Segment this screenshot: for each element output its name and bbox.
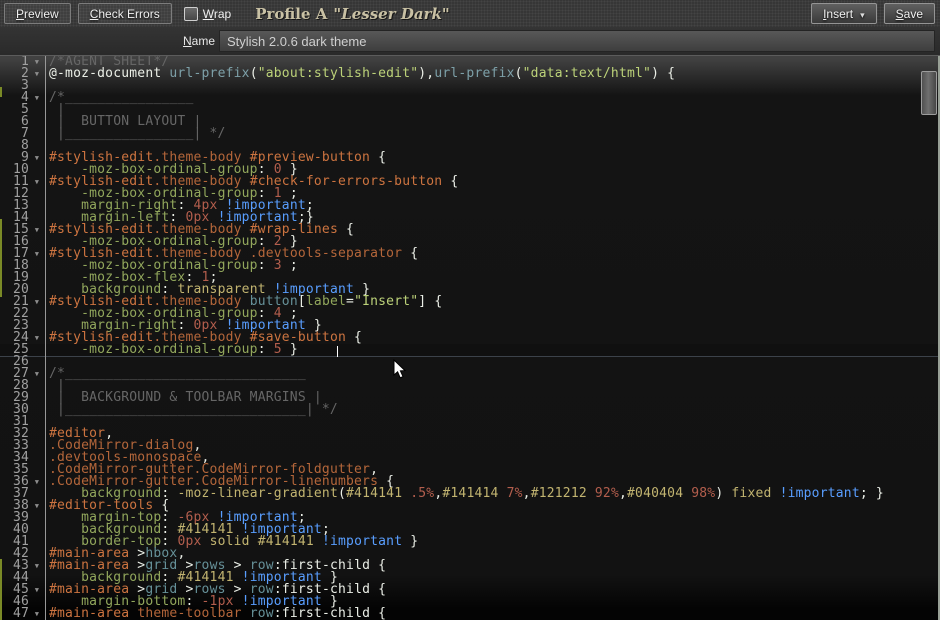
fold-gutter-spacer	[29, 128, 45, 140]
fold-arrow-icon[interactable]: ▼	[29, 560, 45, 572]
fold-arrow-icon[interactable]: ▼	[29, 176, 45, 188]
save-button[interactable]: Save	[884, 3, 935, 24]
fold-gutter-spacer	[29, 548, 45, 560]
fold-gutter-spacer	[29, 404, 45, 416]
code-text: -moz-box-ordinal-group: 5 }	[46, 344, 298, 356]
wrap-checkbox-group[interactable]: Wrap	[184, 7, 231, 21]
code-text: background: -moz-linear-gradient(#414141…	[46, 488, 884, 500]
fold-gutter-spacer	[29, 440, 45, 452]
gutter-accent-strip	[0, 559, 2, 620]
code-line[interactable]: 27▼/*______________________________	[0, 368, 940, 380]
fold-gutter-spacer	[29, 104, 45, 116]
wrap-label: Wrap	[203, 7, 231, 21]
fold-arrow-icon[interactable]: ▼	[29, 68, 45, 80]
code-line[interactable]: 4▼/*________________	[0, 92, 940, 104]
name-row: Name	[0, 27, 940, 55]
fold-arrow-icon[interactable]: ▼	[29, 368, 45, 380]
code-text: |________________| */	[46, 128, 226, 140]
line-number: 47	[0, 608, 29, 620]
fold-arrow-icon[interactable]: ▼	[29, 152, 45, 164]
code-line[interactable]: 30 |______________________________| */	[0, 404, 940, 416]
fold-gutter-spacer	[29, 596, 45, 608]
toolbar: Preview Check Errors Wrap Profile A "Less…	[0, 0, 940, 27]
fold-gutter-spacer	[29, 272, 45, 284]
code-line[interactable]: 2▼@-moz-document url-prefix("about:styli…	[0, 68, 940, 80]
gutter-accent-strip	[0, 219, 2, 297]
code-line[interactable]: 31	[0, 416, 940, 428]
code-text: /*______________________________	[46, 368, 306, 380]
fold-gutter-spacer	[29, 116, 45, 128]
fold-gutter-spacer	[29, 236, 45, 248]
fold-arrow-icon[interactable]: ▼	[29, 92, 45, 104]
name-input[interactable]	[219, 30, 935, 52]
code-text: |______________________________| */	[46, 404, 338, 416]
dropdown-arrow-icon: ▾	[860, 10, 865, 20]
profile-title: Profile A "Lesser Dark"	[255, 5, 450, 23]
stylish-edit-window: Preview Check Errors Wrap Profile A "Less…	[0, 0, 940, 620]
insert-button[interactable]: Insert▾	[811, 3, 877, 24]
gutter-accent-strip	[0, 87, 2, 97]
gutter: 47▼	[0, 608, 46, 620]
fold-gutter-spacer	[29, 164, 45, 176]
fold-gutter-spacer	[29, 428, 45, 440]
fold-gutter-spacer	[29, 212, 45, 224]
fold-gutter-spacer	[29, 188, 45, 200]
fold-gutter-spacer	[29, 200, 45, 212]
fold-arrow-icon[interactable]: ▼	[29, 500, 45, 512]
fold-gutter-spacer	[29, 524, 45, 536]
fold-gutter-spacer	[29, 308, 45, 320]
fold-gutter-spacer	[29, 344, 45, 356]
fold-gutter-spacer	[29, 512, 45, 524]
preview-button-label: P	[16, 7, 24, 21]
fold-gutter-spacer	[29, 80, 45, 92]
check-errors-button[interactable]: Check Errors	[78, 3, 172, 24]
fold-arrow-icon[interactable]: ▼	[29, 248, 45, 260]
fold-gutter-spacer	[29, 536, 45, 548]
fold-gutter-spacer	[29, 356, 45, 368]
mouse-cursor	[393, 359, 409, 381]
code-text: #main-area theme-toolbar row:first-child…	[46, 608, 386, 620]
fold-arrow-icon[interactable]: ▼	[29, 476, 45, 488]
fold-gutter-spacer	[29, 284, 45, 296]
fold-gutter-spacer	[29, 452, 45, 464]
code-lines: 1▼/*AGENT SHEET*/2▼@-moz-document url-pr…	[0, 56, 940, 620]
fold-gutter-spacer	[29, 464, 45, 476]
code-line[interactable]: 25 -moz-box-ordinal-group: 5 }	[0, 344, 940, 356]
fold-gutter-spacer	[29, 392, 45, 404]
fold-gutter-spacer	[29, 140, 45, 152]
preview-button[interactable]: Preview	[4, 3, 71, 24]
profile-label: Profile A	[255, 5, 327, 23]
fold-arrow-icon[interactable]: ▼	[29, 332, 45, 344]
fold-gutter-spacer	[29, 260, 45, 272]
fold-gutter-spacer	[29, 320, 45, 332]
code-line[interactable]: 7 |________________| */	[0, 128, 940, 140]
fold-arrow-icon[interactable]: ▼	[29, 224, 45, 236]
code-editor[interactable]: 1▼/*AGENT SHEET*/2▼@-moz-document url-pr…	[0, 55, 940, 620]
fold-gutter-spacer	[29, 380, 45, 392]
fold-arrow-icon[interactable]: ▼	[29, 584, 45, 596]
fold-gutter-spacer	[29, 488, 45, 500]
wrap-checkbox[interactable]	[184, 7, 198, 21]
fold-arrow-icon[interactable]: ▼	[29, 296, 45, 308]
scrollbar-thumb[interactable]	[921, 71, 937, 115]
fold-arrow-icon[interactable]: ▼	[29, 56, 45, 68]
fold-gutter-spacer	[29, 572, 45, 584]
name-label: Name	[0, 34, 219, 48]
code-text: /*________________	[46, 92, 193, 104]
code-text: @-moz-document url-prefix("about:stylish…	[46, 68, 675, 80]
fold-gutter-spacer	[29, 416, 45, 428]
code-line[interactable]: 47▼#main-area theme-toolbar row:first-ch…	[0, 608, 940, 620]
fold-arrow-icon[interactable]: ▼	[29, 608, 45, 620]
text-caret	[337, 346, 338, 357]
theme-title: "Lesser Dark"	[333, 5, 449, 23]
